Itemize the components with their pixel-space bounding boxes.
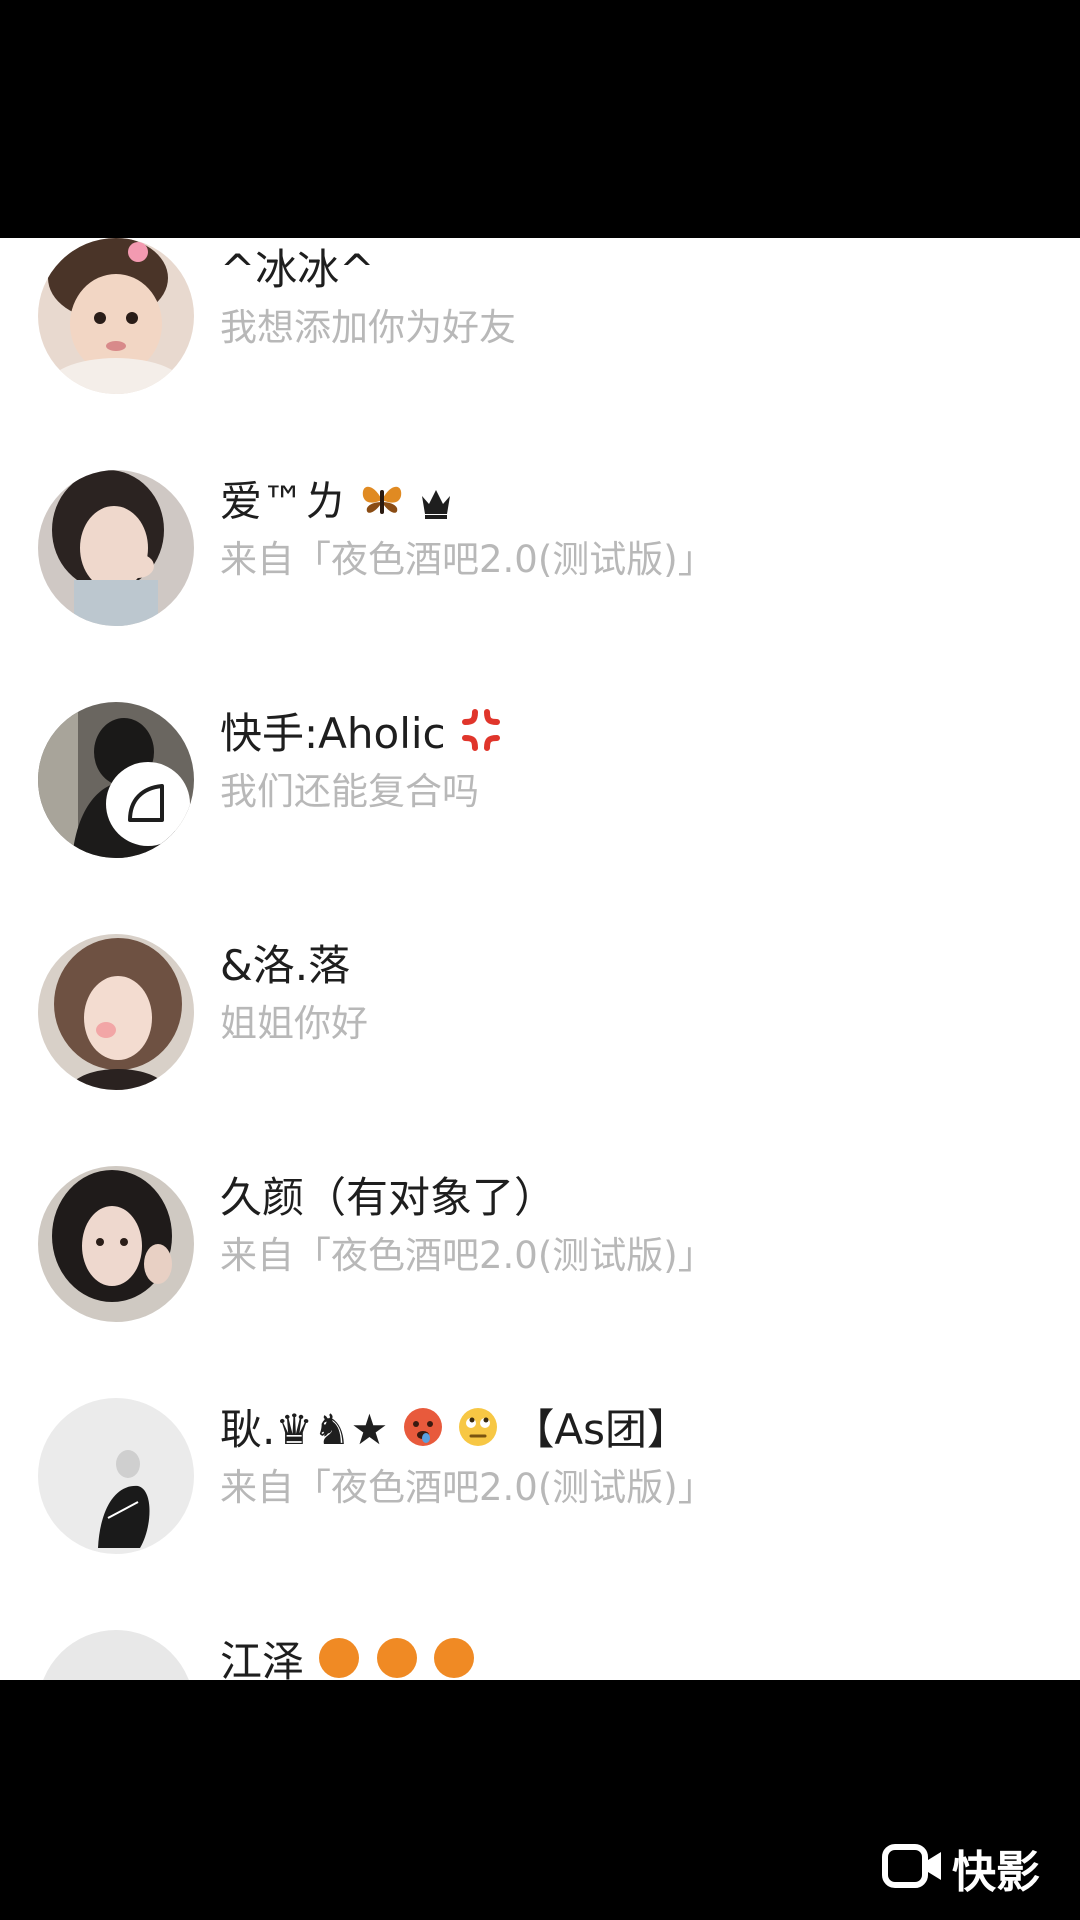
avatar[interactable] <box>38 470 194 626</box>
kuaiying-watermark: 快影 <box>882 1836 1040 1900</box>
butterfly-icon <box>359 480 405 520</box>
contact-message: 我们还能复合吗 <box>220 770 479 813</box>
list-item[interactable]: 久颜（有对象了） 来自「夜色酒吧2.0(测试版)」 <box>0 1148 1080 1380</box>
contact-message: 来自「夜色酒吧2.0(测试版)」 <box>220 1234 715 1277</box>
avatar[interactable] <box>38 1398 194 1554</box>
crown-icon <box>419 484 453 520</box>
top-letterbox <box>0 0 1080 238</box>
list-item[interactable]: ^冰冰^ 我想添加你为好友 <box>0 238 1080 452</box>
contact-name: &洛.落 <box>220 941 351 990</box>
avatar[interactable] <box>38 702 194 858</box>
contact-name-text: 耿.♛♞★ <box>220 1405 389 1454</box>
contact-message: 姐姐你好 <box>220 1002 368 1045</box>
list-item[interactable]: 江泽 <box>0 1612 1080 1680</box>
contact-name-text: 快手:Aholic <box>220 709 446 758</box>
angry-face-icon <box>317 1636 361 1680</box>
angry-face-icon <box>432 1636 476 1680</box>
watermark-label: 快影 <box>952 1847 1040 1898</box>
avatar[interactable] <box>38 934 194 1090</box>
list-item[interactable]: 耿.♛♞★ 【As团】 来自「夜色酒吧2.0(测试版)」 <box>0 1380 1080 1612</box>
anger-symbol-icon <box>459 708 503 752</box>
contact-name: 快手:Aholic <box>220 706 503 762</box>
contact-name-text: 爱™ㄌ <box>220 477 347 526</box>
contact-name-suffix: 【As团】 <box>512 1405 690 1454</box>
contact-name: 江泽 <box>220 1634 476 1680</box>
contact-name-text: 江泽 <box>220 1637 305 1680</box>
contact-name: ^冰冰^ <box>220 245 375 294</box>
list-item[interactable]: 快手:Aholic 我们还能复合吗 <box>0 684 1080 916</box>
angry-face-icon <box>375 1636 419 1680</box>
avatar[interactable] <box>38 1630 194 1680</box>
avatar[interactable] <box>38 238 194 394</box>
contact-message: 来自「夜色酒吧2.0(测试版)」 <box>220 538 715 581</box>
list-item[interactable]: 爱™ㄌ 来自「夜色酒吧2.0(测试版)」 <box>0 452 1080 684</box>
contact-name: 爱™ㄌ <box>220 474 453 530</box>
list-item[interactable]: &洛.落 姐姐你好 <box>0 916 1080 1148</box>
contact-list[interactable]: ^冰冰^ 我想添加你为好友 爱™ㄌ 来自「夜色酒吧2.0(测试版)」 快手:Ah… <box>0 238 1080 1680</box>
video-camera-icon <box>882 1842 944 1894</box>
eye-roll-face-icon <box>457 1406 499 1448</box>
contact-name: 耿.♛♞★ 【As团】 <box>220 1402 689 1458</box>
contact-message: 我想添加你为好友 <box>220 306 516 349</box>
contact-name: 久颜（有对象了） <box>220 1173 557 1222</box>
contact-message: 来自「夜色酒吧2.0(测试版)」 <box>220 1466 715 1509</box>
hot-face-icon <box>402 1406 444 1448</box>
avatar[interactable] <box>38 1166 194 1322</box>
